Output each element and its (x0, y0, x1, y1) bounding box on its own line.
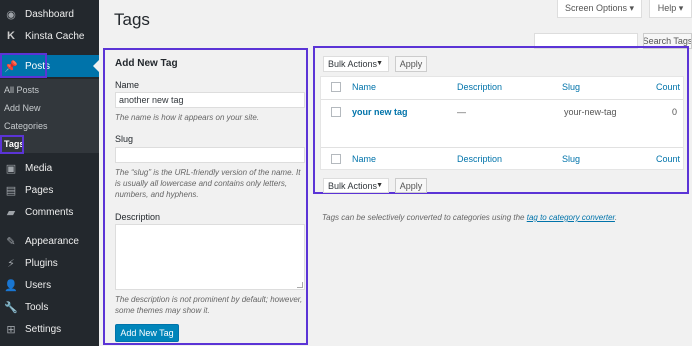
posts-highlight-box (0, 53, 47, 78)
tags-highlight-box (0, 135, 24, 154)
select-all-checkbox-top[interactable] (331, 82, 341, 92)
menu-tools-label: Tools (25, 301, 49, 313)
tag-count[interactable]: 0 (672, 107, 677, 117)
tag-description: — (457, 107, 466, 117)
media-icon: ▣ (5, 162, 17, 175)
bulk-actions-select-bottom[interactable]: Bulk Actions ▼ (323, 178, 389, 193)
column-footer-count[interactable]: Count (656, 154, 680, 164)
kinsta-icon: K (7, 30, 15, 42)
menu-plugins[interactable]: ⚡ Plugins (0, 252, 99, 274)
bulk-actions-select-top[interactable]: Bulk Actions ▼ (323, 56, 389, 72)
slug-hint: The “slug” is the URL-friendly version o… (115, 168, 301, 199)
menu-comments[interactable]: ▰ Comments (0, 201, 99, 223)
menu-pages-label: Pages (25, 184, 54, 196)
column-footer-description[interactable]: Description (457, 154, 502, 164)
menu-settings[interactable]: ⊞ Settings (0, 318, 99, 340)
select-all-checkbox-bottom[interactable] (331, 154, 341, 164)
name-hint: The name is how it appears on your site. (115, 113, 260, 122)
apply-button-bottom[interactable]: Apply (395, 178, 427, 193)
submenu-all-posts[interactable]: All Posts (4, 85, 39, 95)
menu-comments-label: Comments (25, 206, 74, 218)
tags-table-panel: Bulk Actions ▼ Apply Name Description Sl… (313, 46, 689, 194)
name-label: Name (115, 80, 140, 90)
tag-name-link[interactable]: your new tag (352, 107, 408, 117)
add-new-tag-panel: Add New Tag Name another new tag The nam… (103, 48, 308, 345)
caret-down-icon: ▼ (376, 182, 383, 189)
menu-dashboard-label: Dashboard (25, 8, 74, 20)
screen-options-button[interactable]: Screen Options ▾ (557, 0, 642, 18)
submenu-categories[interactable]: Categories (4, 121, 48, 131)
column-header-slug[interactable]: Slug (562, 82, 580, 92)
wrench-icon: 🔧 (4, 301, 18, 314)
menu-media-label: Media (25, 162, 53, 174)
dashboard-icon: ◉ (6, 8, 16, 21)
menu-appearance-label: Appearance (25, 235, 79, 247)
menu-plugins-label: Plugins (25, 257, 58, 269)
menu-settings-label: Settings (25, 323, 62, 335)
column-footer-slug[interactable]: Slug (562, 154, 580, 164)
column-header-description[interactable]: Description (457, 82, 502, 92)
menu-appearance[interactable]: ✎ Appearance (0, 230, 99, 252)
tags-table: Name Description Slug Count your new tag… (320, 76, 684, 170)
help-button[interactable]: Help ▾ (649, 0, 692, 18)
slug-label: Slug (115, 134, 134, 144)
name-field[interactable]: another new tag (115, 92, 305, 108)
convert-note-text: Tags can be selectively converted to cat… (322, 213, 527, 222)
apply-button-top[interactable]: Apply (395, 56, 427, 72)
column-header-name[interactable]: Name (352, 82, 376, 92)
description-field[interactable] (115, 224, 305, 290)
menu-tools[interactable]: 🔧 Tools (0, 296, 99, 318)
add-new-tag-button[interactable]: Add New Tag (115, 324, 179, 342)
footer-divider (321, 147, 683, 148)
settings-icon: ⊞ (6, 323, 16, 336)
bulk-actions-value-bottom: Bulk Actions (328, 180, 378, 191)
menu-dashboard[interactable]: ◉ Dashboard (0, 3, 99, 25)
row-checkbox[interactable] (331, 107, 341, 117)
page-title: Tags (114, 10, 150, 29)
pages-icon: ▤ (5, 184, 17, 197)
menu-users-label: Users (25, 279, 52, 291)
description-hint: The description is not prominent by defa… (115, 295, 303, 315)
current-menu-arrow (93, 60, 99, 72)
slug-field[interactable] (115, 147, 305, 163)
caret-down-icon: ▼ (376, 60, 383, 67)
comments-icon: ▰ (6, 206, 16, 219)
menu-kinsta-cache[interactable]: K Kinsta Cache (0, 25, 99, 47)
menu-media[interactable]: ▣ Media (0, 157, 99, 179)
convert-note: Tags can be selectively converted to cat… (322, 213, 617, 222)
column-header-count[interactable]: Count (656, 82, 680, 92)
menu-kinsta-cache-label: Kinsta Cache (25, 30, 85, 42)
submenu-add-new[interactable]: Add New (4, 103, 41, 113)
menu-pages[interactable]: ▤ Pages (0, 179, 99, 201)
tag-to-category-converter-link[interactable]: tag to category converter (527, 213, 615, 222)
paintbrush-icon: ✎ (6, 235, 16, 248)
convert-note-suffix: . (614, 213, 618, 222)
column-footer-name[interactable]: Name (352, 154, 376, 164)
menu-users[interactable]: 👤 Users (0, 274, 99, 296)
tag-slug: your-new-tag (564, 107, 617, 117)
form-title: Add New Tag (115, 58, 178, 69)
description-label: Description (115, 212, 161, 222)
admin-sidebar: ◉ Dashboard K Kinsta Cache 📌 Posts All P… (0, 0, 99, 346)
bulk-actions-value: Bulk Actions (328, 59, 378, 69)
plugin-icon: ⚡ (7, 257, 15, 270)
header-divider (321, 99, 683, 100)
user-icon: 👤 (4, 279, 18, 292)
resize-handle-icon[interactable] (297, 282, 303, 288)
